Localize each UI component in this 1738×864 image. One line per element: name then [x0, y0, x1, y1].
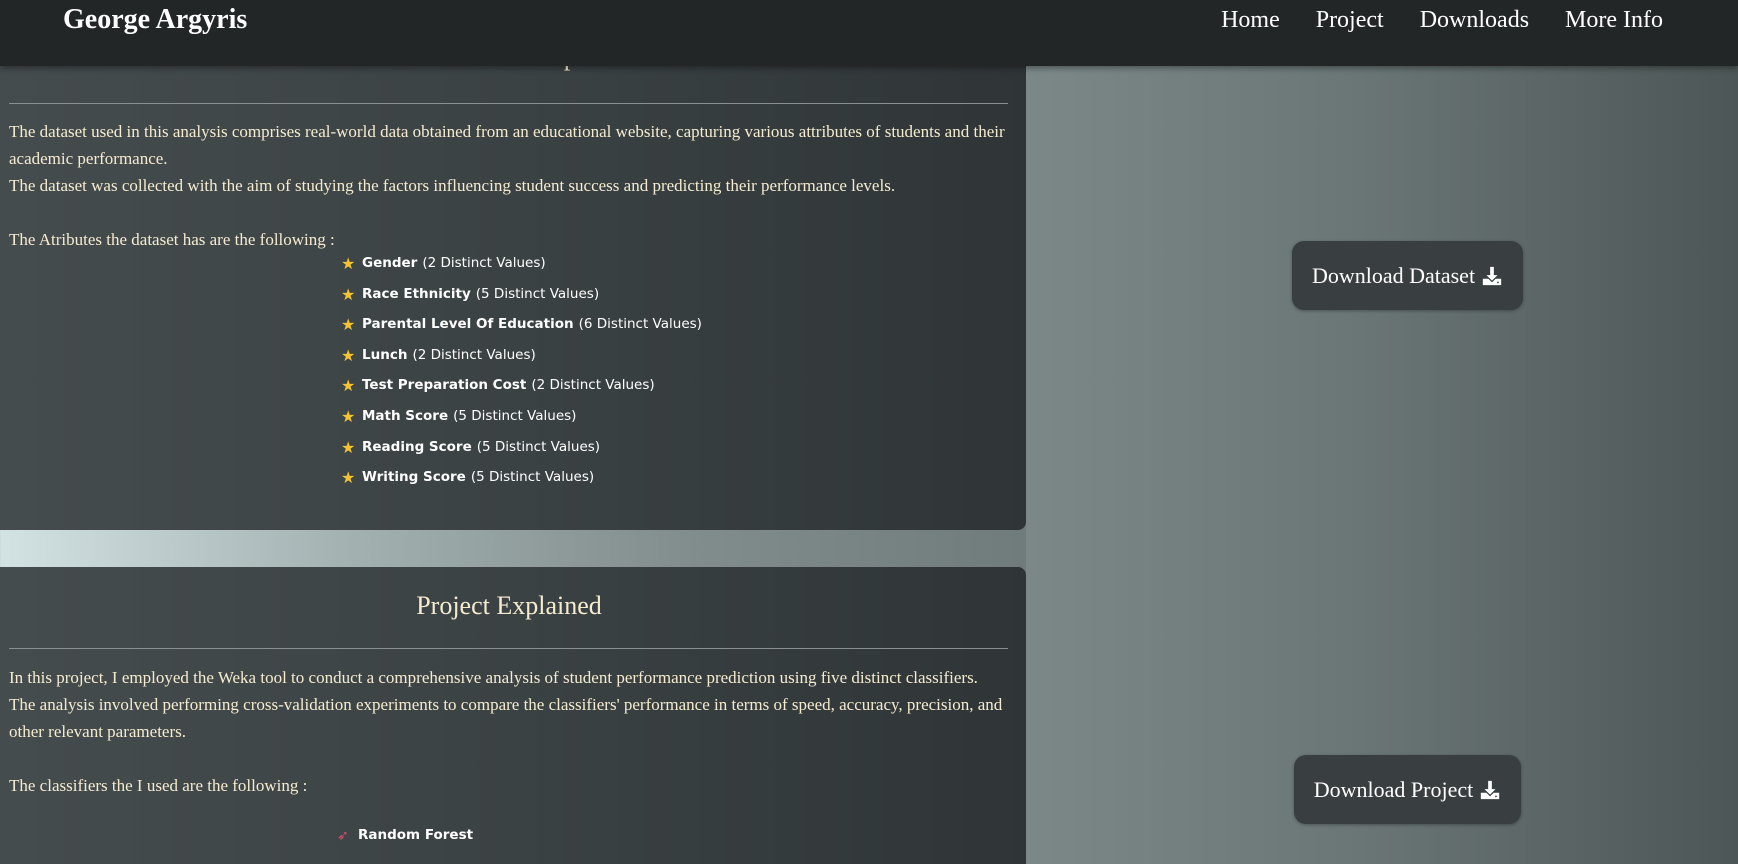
site-brand[interactable]: George Argyris: [63, 4, 247, 36]
star-icon: ★: [341, 315, 356, 335]
nav-link-downloads[interactable]: Downloads: [1420, 7, 1529, 34]
download-project-button[interactable]: Download Project: [1294, 755, 1521, 824]
main-nav: Home Project Downloads More Info: [1221, 7, 1663, 34]
nav-link-project[interactable]: Project: [1316, 7, 1384, 34]
attributes-intro: The Atributes the dataset has are the fo…: [9, 230, 335, 249]
right-panel-background: [1026, 0, 1738, 864]
dataset-card-text: The dataset used in this analysis compri…: [9, 118, 1009, 253]
list-item: ★ Reading Score (5 Distinct Values): [341, 437, 601, 457]
list-item: ★ Gender (2 Distinct Values): [341, 254, 546, 273]
list-item: ★ Lunch (2 Distinct Values): [341, 345, 536, 365]
download-dataset-label: Download Dataset: [1311, 262, 1476, 288]
project-paragraph-2: The analysis involved performing cross-v…: [9, 695, 1003, 741]
star-icon: ★: [341, 254, 356, 273]
list-item: ★ Race Ethnicity (5 Distinct Values): [341, 284, 600, 304]
dataset-paragraph-2: The dataset was collected with the aim o…: [9, 176, 896, 195]
star-icon: ★: [341, 406, 356, 426]
list-item: ★ Test Preparation Cost (2 Distinct Values…: [341, 376, 655, 396]
project-paragraph-1: In this project, I employed the Weka too…: [9, 668, 978, 687]
nav-link-home[interactable]: Home: [1221, 7, 1280, 34]
classifiers-list: ➶ Random Forest: [337, 827, 478, 858]
top-navbar: George Argyris Home Project Downloads Mo…: [0, 0, 1738, 66]
download-project-label: Download Project: [1313, 776, 1474, 802]
classifiers-intro: The classifiers the I used are the follo…: [9, 776, 308, 795]
attributes-list: ★ Gender (2 Distinct Values) ★ Race Ethnici…: [341, 255, 702, 500]
download-dataset-button[interactable]: Download Dataset: [1292, 241, 1523, 310]
download-icon: [1481, 780, 1500, 799]
project-explained-card: Project Explained In this project, I emp…: [0, 567, 1026, 864]
rocket-icon: ➶: [337, 828, 349, 844]
star-icon: ★: [341, 437, 356, 457]
star-icon: ★: [341, 376, 356, 396]
dataset-card-divider: [9, 103, 1008, 104]
star-icon: ★: [341, 345, 356, 365]
project-card-title: Project Explained: [416, 591, 602, 620]
list-item: ★ Writing Score (5 Distinct Values): [341, 468, 595, 488]
project-card-text: In this project, I employed the Weka too…: [9, 664, 1009, 799]
dataset-paragraph-1: The dataset used in this analysis compri…: [9, 122, 1005, 168]
list-item: ➶ Random Forest: [337, 827, 474, 844]
nav-link-more-info[interactable]: More Info: [1565, 7, 1663, 34]
star-icon: ★: [341, 284, 356, 304]
star-icon: ★: [341, 468, 356, 488]
project-card-divider: [9, 648, 1008, 649]
list-item: ★ Math Score (5 Distinct Values): [341, 406, 577, 426]
download-icon: [1482, 266, 1502, 285]
dataset-description-card: Data Set Description The dataset used in…: [0, 0, 1026, 530]
list-item: ★ Parental Level Of Education (6 Distinct …: [341, 315, 702, 335]
